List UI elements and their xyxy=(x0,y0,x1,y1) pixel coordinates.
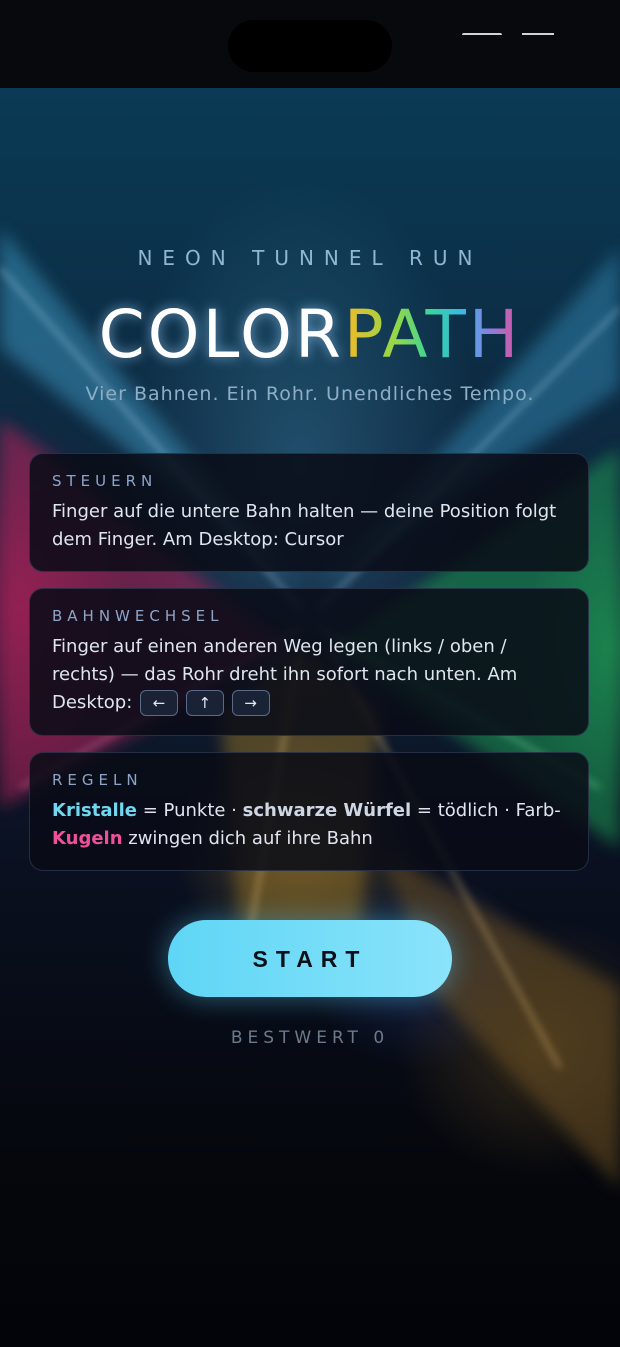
status-icons xyxy=(462,33,562,39)
card-heading: STEUERN xyxy=(52,472,158,490)
balls-label: Kugeln xyxy=(52,828,123,849)
rules-text-2: = tödlich · Farb- xyxy=(411,800,561,821)
card-text: Finger auf einen anderen Weg legen (link… xyxy=(52,633,566,717)
crystals-label: Kristalle xyxy=(52,800,138,821)
rules-text-1: = Punkte · xyxy=(137,800,243,821)
battery-icon xyxy=(522,33,554,39)
best-score: BESTWERT 0 xyxy=(0,1028,620,1048)
status-bar xyxy=(0,0,620,88)
card-heading: BAHNWECHSEL xyxy=(52,607,224,625)
best-score-value: 0 xyxy=(373,1028,390,1048)
signal-icon xyxy=(462,33,502,39)
game-kicker: NEON TUNNEL RUN xyxy=(137,246,483,270)
arrow-up-key: ↑ xyxy=(185,690,224,716)
light-streak xyxy=(380,848,620,1188)
card-text: Kristalle = Punkte · schwarze Würfel = t… xyxy=(52,797,566,853)
lane-change-text: Finger auf einen anderen Weg legen (link… xyxy=(52,636,518,713)
arrow-left-key: ← xyxy=(140,690,179,716)
cubes-label: schwarze Würfel xyxy=(242,800,412,821)
arrow-right-key: → xyxy=(231,690,270,716)
rules-card: REGELN Kristalle = Punkte · schwarze Wür… xyxy=(29,752,589,871)
game-title: COLORPATH xyxy=(0,296,620,373)
card-heading: REGELN xyxy=(52,771,143,789)
card-text: Finger auf die untere Bahn halten — dein… xyxy=(52,501,557,550)
app-screen: NEON TUNNEL RUN COLORPATH Vier Bahnen. E… xyxy=(0,0,620,1347)
title-path: PATH xyxy=(343,296,522,373)
camera-notch xyxy=(228,20,392,72)
tagline: Vier Bahnen. Ein Rohr. Unendliches Tempo… xyxy=(85,383,535,405)
controls-card: STEUERN Finger auf die untere Bahn halte… xyxy=(29,453,589,572)
title-color: COLOR xyxy=(98,296,344,373)
best-score-label: BESTWERT xyxy=(230,1028,363,1048)
lane-change-card: BAHNWECHSEL Finger auf einen anderen Weg… xyxy=(29,588,589,736)
start-button[interactable]: START xyxy=(168,920,452,997)
rules-text-3: zwingen dich auf ihre Bahn xyxy=(122,828,373,849)
